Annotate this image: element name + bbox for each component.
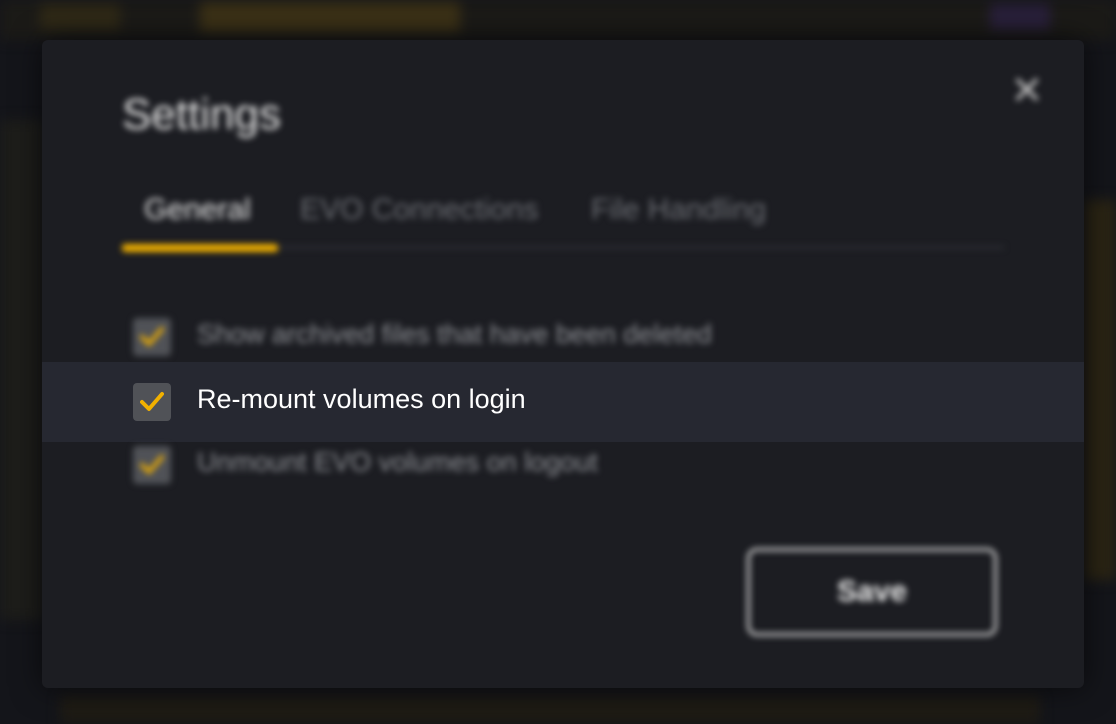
save-button[interactable]: Save — [747, 548, 997, 636]
checkbox[interactable] — [133, 318, 171, 356]
checkmark-icon — [140, 392, 164, 411]
tab-file-handling[interactable]: File Handling — [591, 190, 766, 236]
checkbox[interactable] — [133, 383, 171, 421]
checkmark-icon — [140, 455, 164, 474]
checkmark-icon — [140, 327, 164, 346]
option-label: Unmount EVO volumes on logout — [197, 447, 598, 477]
dialog-title: Settings — [122, 90, 281, 139]
background-panel — [1084, 200, 1116, 580]
tab-evo-connections[interactable]: EVO Connections — [300, 190, 538, 236]
tab-general[interactable]: General — [144, 190, 251, 236]
settings-dialog: Settings ✕ General EVO Connections File … — [42, 40, 1084, 688]
option-label: Show archived files that have been delet… — [197, 319, 712, 349]
close-icon[interactable]: ✕ — [1010, 71, 1044, 111]
active-tab-indicator — [122, 244, 278, 252]
option-label: Re-mount volumes on login — [197, 384, 526, 414]
option-unmount-evo[interactable]: Unmount EVO volumes on logout — [42, 425, 1084, 505]
checkbox[interactable] — [133, 446, 171, 484]
background-sidebar — [0, 120, 44, 620]
background-footer — [60, 696, 1040, 724]
tab-bar: General EVO Connections File Handling — [122, 190, 1004, 254]
background-toolbar — [0, 0, 1116, 40]
